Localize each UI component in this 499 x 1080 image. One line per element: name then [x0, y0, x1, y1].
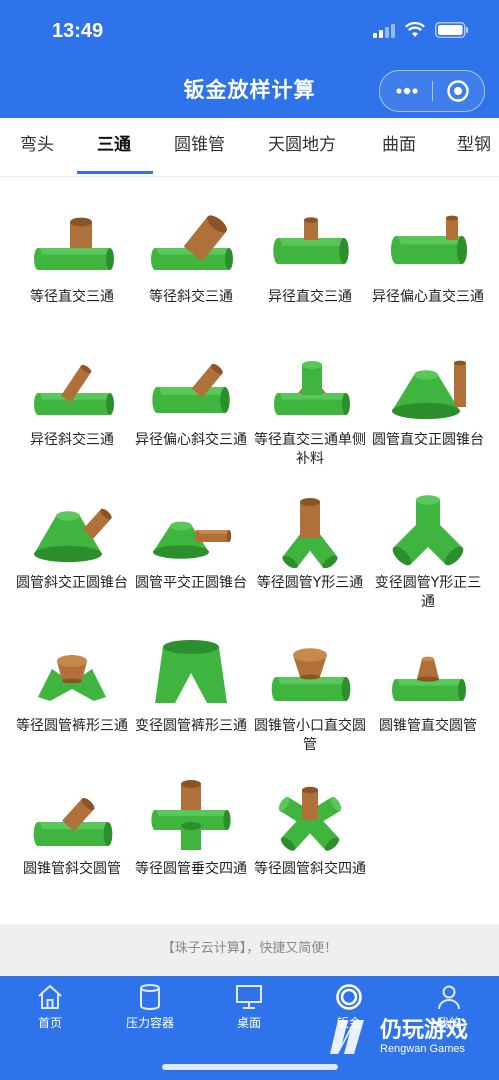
category-tabs: 弯头 三通 圆锥管 天圆地方 曲面 型钢 [0, 118, 499, 177]
watermark-logo-icon [330, 1020, 364, 1054]
tee-item[interactable]: 变径圆管裤形三通 [129, 633, 253, 773]
reducing-y-tee-icon [392, 495, 464, 566]
status-time: 13:49 [52, 20, 104, 42]
tee-item[interactable]: 圆锥管斜交圆管 [10, 776, 134, 916]
pipe-cone-horizontal-icon [153, 521, 232, 559]
sheetmetal-icon [336, 984, 362, 1010]
tab-elbow[interactable]: 弯头 [20, 118, 54, 176]
tee-item-label: 圆管直交正圆锥台 [372, 432, 484, 448]
tee-item[interactable]: 等径圆管垂交四通 [129, 776, 253, 916]
watermark: 仍玩游戏 Rengwan Games [326, 1012, 496, 1062]
tee-item-label: 等径直交三通单侧补料 [254, 432, 366, 467]
tee-item[interactable]: 圆锥管小口直交圆管 [248, 633, 372, 773]
tee-item[interactable]: 变径圆管Y形正三通 [366, 490, 490, 630]
pipe-cone-oblique-icon [34, 508, 112, 563]
cone-small-end-pipe-icon [271, 648, 351, 701]
tee-item[interactable]: 等径圆管Y形三通 [248, 490, 372, 630]
reducing-eccentric-tee-icon [390, 215, 468, 264]
home-indicator [162, 1064, 338, 1070]
equal-tee-icon [34, 217, 114, 270]
tee-item[interactable]: 圆锥管直交圆管 [366, 633, 490, 773]
nav-desktop-label: 桌面 [236, 1016, 261, 1030]
reducing-pants-tee-icon [155, 640, 227, 703]
cone-pipe-vertical-icon [392, 656, 466, 701]
footer-slogan: 【珠子云计算】，快捷又简便！ [0, 924, 499, 976]
vessel-icon [140, 984, 160, 1010]
tee-item-label: 圆管平交正圆锥台 [135, 575, 247, 591]
equal-tee-patch-icon [274, 361, 350, 415]
nav-desktop[interactable]: 桌面 [199, 982, 299, 1031]
tee-item[interactable]: 等径圆管裤形三通 [10, 633, 134, 773]
watermark-subtext: Rengwan Games [380, 1043, 465, 1055]
tab-curved-surface[interactable]: 曲面 [382, 118, 416, 176]
cone-pipe-oblique-icon [33, 797, 113, 846]
tee-item-label: 等径斜交三通 [149, 289, 233, 305]
signal-icon [373, 22, 395, 38]
tee-item-label: 圆管斜交正圆锥台 [16, 575, 128, 591]
tee-item-label: 变径圆管裤形三通 [135, 718, 247, 734]
tee-item-label: 等径圆管裤形三通 [16, 718, 128, 734]
tee-item[interactable]: 等径直交三通 [10, 204, 134, 344]
nav-home[interactable]: 首页 [0, 982, 100, 1031]
nav-home-label: 首页 [37, 1016, 62, 1030]
tee-item-label: 圆锥管直交圆管 [379, 718, 477, 734]
tee-item-label: 异径偏心直交三通 [372, 289, 484, 305]
nav-pressure-vessel-label: 压力容器 [125, 1016, 174, 1030]
close-target-icon[interactable] [446, 79, 470, 103]
tee-item[interactable]: 异径直交三通 [248, 204, 372, 344]
tee-item[interactable]: 等径圆管斜交四通 [248, 776, 372, 916]
equal-oblique-cross-icon [278, 786, 342, 851]
nav-pressure-vessel[interactable]: 压力容器 [100, 982, 200, 1031]
capsule-divider [432, 81, 433, 101]
reducing-oblique-tee-icon [34, 364, 114, 415]
wifi-icon [405, 22, 425, 37]
tee-item-label: 变径圆管Y形正三通 [374, 575, 482, 610]
more-icon[interactable] [394, 83, 420, 99]
watermark-text: 仍玩游戏 [380, 1018, 469, 1043]
pipe-cone-vertical-icon [392, 360, 466, 420]
tee-item[interactable]: 异径偏心斜交三通 [129, 347, 253, 487]
tab-section-steel[interactable]: 型钢 [457, 118, 491, 176]
tee-item-label: 异径直交三通 [268, 289, 352, 305]
reducing-tee-icon [273, 217, 349, 264]
tee-item[interactable]: 圆管斜交正圆锥台 [10, 490, 134, 630]
tee-item-label: 圆锥管小口直交圆管 [254, 718, 366, 753]
app-header: 13:49 钣金放样计算 [0, 0, 499, 118]
tee-item-label: 等径圆管垂交四通 [135, 861, 247, 877]
tee-item[interactable]: 异径斜交三通 [10, 347, 134, 487]
tab-cone-pipe[interactable]: 圆锥管 [174, 118, 225, 176]
tab-round-to-square[interactable]: 天圆地方 [268, 118, 336, 176]
tee-item[interactable]: 异径偏心直交三通 [366, 204, 490, 344]
home-icon [38, 984, 62, 1009]
status-icons [373, 22, 469, 38]
tee-item-label: 等径圆管斜交四通 [254, 861, 366, 877]
user-icon [438, 985, 460, 1010]
reducing-eccentric-oblique-tee-icon [152, 363, 230, 413]
tee-item-label: 等径直交三通 [30, 289, 114, 305]
tee-item[interactable]: 等径直交三通单侧补料 [248, 347, 372, 487]
tee-item[interactable]: 等径斜交三通 [129, 204, 253, 344]
equal-pants-tee-icon [38, 655, 106, 701]
tee-item-label: 异径斜交三通 [30, 432, 114, 448]
monitor-icon [236, 985, 262, 1009]
battery-icon [435, 22, 468, 38]
tab-tee[interactable]: 三通 [97, 118, 131, 176]
equal-oblique-tee-icon [151, 215, 233, 270]
equal-y-tee-icon [282, 498, 338, 568]
tee-item[interactable]: 圆管直交正圆锥台 [366, 347, 490, 487]
active-tab-indicator [77, 171, 153, 174]
tee-item-label: 圆锥管斜交圆管 [23, 861, 121, 877]
miniprogram-capsule [379, 70, 485, 112]
tee-item-label: 等径圆管Y形三通 [256, 575, 364, 591]
equal-cross-icon [151, 780, 231, 850]
tee-item[interactable]: 圆管平交正圆锥台 [129, 490, 253, 630]
tee-item-label: 异径偏心斜交三通 [135, 432, 247, 448]
